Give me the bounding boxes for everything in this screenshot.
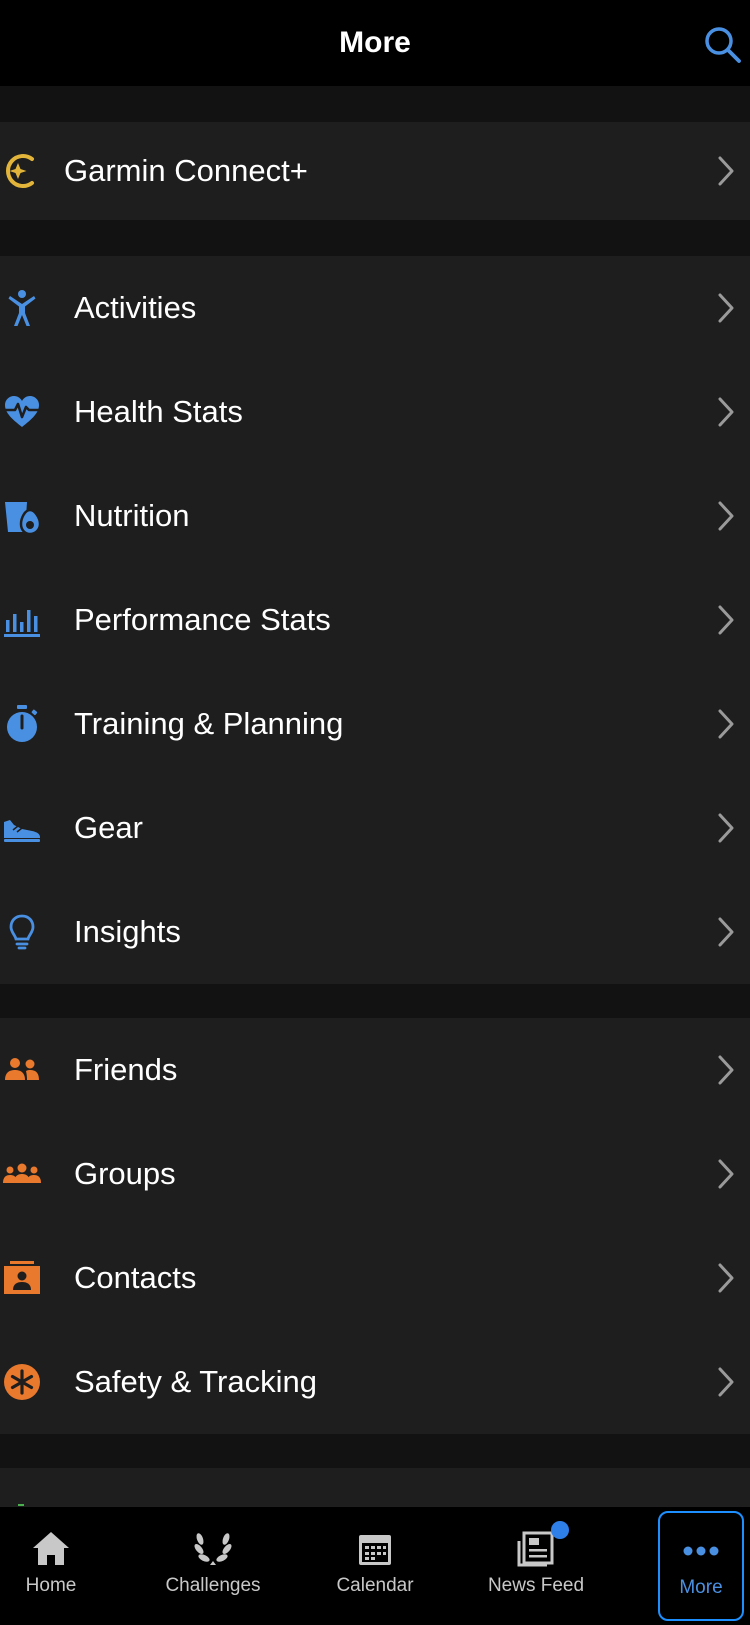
shoe-icon: [4, 820, 40, 842]
garmin-connect-plus-icon: [6, 154, 34, 188]
menu-item-gear[interactable]: Gear: [0, 776, 750, 880]
chevron-right-icon: [718, 813, 734, 843]
menu-item-label: Activities: [74, 290, 197, 325]
menu-item-label: Friends: [74, 1052, 178, 1087]
calendar-icon: [359, 1535, 391, 1565]
main-menu-group: Activities Health Stats Nutrition Perfor…: [0, 256, 750, 984]
notification-badge: [551, 1521, 569, 1539]
page-title: More: [339, 26, 411, 59]
menu-item-performance-stats[interactable]: Performance Stats: [0, 568, 750, 672]
menu-item-training-planning[interactable]: Training & Planning: [0, 672, 750, 776]
menu-item-insights[interactable]: Insights: [0, 880, 750, 984]
menu-item-friends[interactable]: Friends: [0, 1018, 750, 1122]
chevron-right-icon: [718, 1367, 734, 1397]
menu-item-health-stats[interactable]: Health Stats: [0, 360, 750, 464]
tab-label: Home: [25, 1575, 77, 1596]
tab-challenges[interactable]: Challenges: [152, 1507, 274, 1625]
menu-item-label: Contacts: [74, 1260, 197, 1295]
chevron-right-icon: [718, 709, 734, 739]
friends-icon: [5, 1058, 39, 1080]
tab-label: Calendar: [336, 1575, 414, 1596]
menu-item-activities[interactable]: Activities: [0, 256, 750, 360]
person-activity-icon: [8, 290, 36, 326]
lightbulb-icon: [9, 914, 35, 950]
chevron-right-icon: [718, 1263, 734, 1293]
menu-item-contacts[interactable]: Contacts: [0, 1226, 750, 1330]
menu-item-label: Training & Planning: [74, 706, 344, 741]
tab-label: Challenges: [165, 1575, 261, 1596]
chevron-right-icon: [718, 501, 734, 531]
tab-calendar[interactable]: Calendar: [324, 1507, 426, 1625]
asterisk-icon: [4, 1364, 40, 1400]
next-group-partial: [0, 1468, 750, 1508]
chevron-right-icon: [718, 917, 734, 947]
menu-item-label: Safety & Tracking: [74, 1364, 317, 1399]
menu-item-label: Groups: [74, 1156, 176, 1191]
search-icon: [705, 27, 741, 63]
menu-item-nutrition[interactable]: Nutrition: [0, 464, 750, 568]
top-bar: More: [0, 0, 750, 86]
menu-item-groups[interactable]: Groups: [0, 1122, 750, 1226]
home-icon: [33, 1532, 69, 1565]
bottom-tab-bar: Home Challenges Calendar News Feed More: [0, 1506, 750, 1625]
contacts-icon: [4, 1261, 40, 1294]
premium-group: Garmin Connect+: [0, 122, 750, 220]
social-menu-group: Friends Groups Contacts Safety & Trackin…: [0, 1018, 750, 1434]
tab-label: More: [679, 1577, 723, 1598]
chevron-right-icon: [718, 397, 734, 427]
tab-news-feed[interactable]: News Feed: [476, 1507, 596, 1625]
chevron-right-icon: [718, 293, 734, 323]
menu-item-garmin-connect-plus[interactable]: Garmin Connect+: [0, 122, 750, 220]
chevron-right-icon: [718, 1055, 734, 1085]
tab-home[interactable]: Home: [0, 1507, 102, 1625]
menu-item-label: Health Stats: [74, 394, 243, 429]
heart-pulse-icon: [5, 396, 39, 427]
menu-item-safety-tracking[interactable]: Safety & Tracking: [0, 1330, 750, 1434]
cup-avocado-icon: [5, 502, 42, 536]
stopwatch-icon: [7, 705, 38, 742]
search-button[interactable]: [702, 24, 742, 64]
chevron-right-icon: [718, 605, 734, 635]
tab-label: News Feed: [487, 1575, 585, 1596]
bar-chart-icon: [4, 610, 40, 637]
menu-item-label: Gear: [74, 810, 143, 845]
chevron-right-icon: [718, 1159, 734, 1189]
menu-item-label: Insights: [74, 914, 181, 949]
tab-more[interactable]: More: [658, 1511, 744, 1621]
menu-item-label: Nutrition: [74, 498, 190, 533]
menu-item-label: Garmin Connect+: [64, 153, 308, 188]
chevron-right-icon: [718, 156, 734, 186]
groups-icon: [3, 1163, 41, 1183]
menu-item-label: Performance Stats: [74, 602, 331, 637]
laurel-icon: [194, 1533, 232, 1565]
more-dots-icon: [683, 1546, 719, 1556]
